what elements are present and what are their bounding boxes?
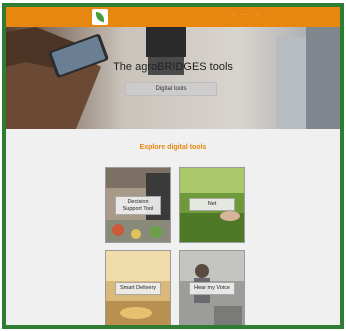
- nav-link-3[interactable]: ····: [254, 12, 260, 17]
- hero-background-image: [6, 27, 340, 129]
- nav-link-1[interactable]: ···: [231, 12, 236, 17]
- top-navigation-bar: ··· ···· ····: [6, 7, 340, 27]
- hero-title: The agroBRIDGES tools: [113, 61, 233, 73]
- page-frame: ··· ···· ···· The agroBRIDGES tools Digi…: [2, 3, 344, 329]
- smart-delivery-label: Smart Delivery: [115, 282, 161, 295]
- net-label: Net: [189, 198, 235, 211]
- leaf-icon: [96, 12, 104, 22]
- agrobridges-logo-icon[interactable]: [92, 9, 108, 25]
- hear-my-voice-label: Hear my Voice: [189, 282, 235, 295]
- decision-support-label-line2: Support Tool: [122, 205, 154, 212]
- decision-support-label: Decision Support Tool: [115, 196, 161, 215]
- nav-link-2[interactable]: ····: [242, 12, 248, 17]
- digital-tools-button[interactable]: Digital tools: [125, 82, 217, 96]
- tool-card-smart-delivery[interactable]: Smart Delivery: [105, 250, 171, 325]
- tool-card-hear-my-voice[interactable]: Hear my Voice: [179, 250, 245, 325]
- tool-card-decision-support[interactable]: Decision Support Tool: [105, 167, 171, 243]
- section-title: Explore digital tools: [139, 144, 207, 151]
- tool-card-net[interactable]: Net: [179, 167, 245, 243]
- hero-banner: The agroBRIDGES tools Digital tools: [6, 27, 340, 129]
